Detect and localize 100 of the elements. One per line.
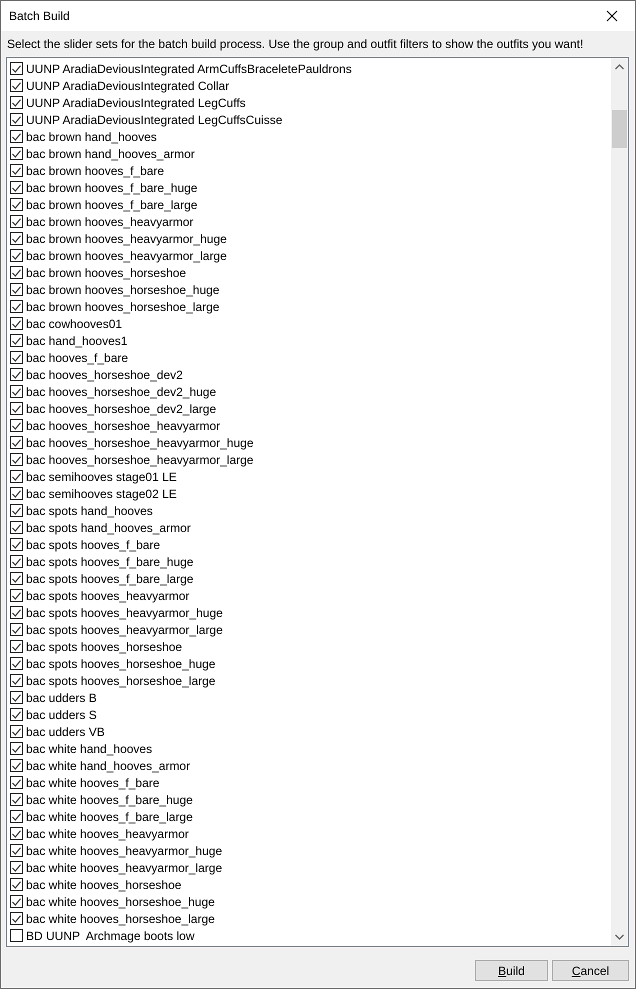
slider-set-item[interactable]: bac spots hooves_horseshoe_huge — [10, 655, 611, 672]
slider-set-item[interactable]: bac white hooves_horseshoe — [10, 876, 611, 893]
slider-set-item[interactable]: bac hand_hooves1 — [10, 332, 611, 349]
checkbox[interactable] — [10, 300, 23, 313]
checkbox[interactable] — [10, 521, 23, 534]
checkbox[interactable] — [10, 164, 23, 177]
cancel-button[interactable]: Cancel — [552, 960, 629, 981]
slider-set-item[interactable]: bac white hooves_heavyarmor_large — [10, 859, 611, 876]
checkbox[interactable] — [10, 419, 23, 432]
slider-set-item[interactable]: bac white hand_hooves_armor — [10, 757, 611, 774]
checkbox[interactable] — [10, 895, 23, 908]
checkbox[interactable] — [10, 215, 23, 228]
slider-set-item[interactable]: UUNP AradiaDeviousIntegrated ArmCuffsBraceletePauldrons — [10, 60, 611, 77]
checkbox[interactable] — [10, 640, 23, 653]
checkbox[interactable] — [10, 232, 23, 245]
checkbox[interactable] — [10, 572, 23, 585]
vertical-scrollbar[interactable] — [611, 58, 628, 946]
slider-set-item[interactable]: bac white hooves_horseshoe_large — [10, 910, 611, 927]
checkbox[interactable] — [10, 351, 23, 364]
slider-set-item[interactable]: bac spots hooves_heavyarmor — [10, 587, 611, 604]
checkbox[interactable] — [10, 385, 23, 398]
slider-set-item[interactable]: bac spots hooves_horseshoe_large — [10, 672, 611, 689]
slider-set-item[interactable]: bac spots hooves_heavyarmor_large — [10, 621, 611, 638]
checkbox[interactable] — [10, 861, 23, 874]
slider-set-item[interactable]: bac semihooves stage01 LE — [10, 468, 611, 485]
slider-set-item[interactable]: bac brown hooves_horseshoe_huge — [10, 281, 611, 298]
slider-set-item[interactable]: bac white hooves_heavyarmor_huge — [10, 842, 611, 859]
slider-set-item[interactable]: bac cowhooves01 — [10, 315, 611, 332]
slider-set-item[interactable]: bac white hand_hooves — [10, 740, 611, 757]
checkbox[interactable] — [10, 62, 23, 75]
slider-set-item[interactable]: bac brown hooves_horseshoe_large — [10, 298, 611, 315]
checkbox[interactable] — [10, 317, 23, 330]
slider-set-item[interactable]: bac spots hand_hooves — [10, 502, 611, 519]
slider-set-item[interactable]: bac hooves_horseshoe_heavyarmor — [10, 417, 611, 434]
slider-set-item[interactable]: bac hooves_horseshoe_dev2_huge — [10, 383, 611, 400]
checkbox[interactable] — [10, 198, 23, 211]
slider-set-item[interactable]: bac brown hand_hooves — [10, 128, 611, 145]
checkbox[interactable] — [10, 538, 23, 551]
slider-set-item[interactable]: bac hooves_f_bare — [10, 349, 611, 366]
slider-set-item[interactable]: bac white hooves_f_bare_huge — [10, 791, 611, 808]
build-button[interactable]: Build — [475, 960, 548, 981]
slider-set-item[interactable]: bac brown hooves_horseshoe — [10, 264, 611, 281]
checkbox[interactable] — [10, 844, 23, 857]
slider-set-item[interactable]: bac brown hooves_heavyarmor_huge — [10, 230, 611, 247]
checkbox[interactable] — [10, 113, 23, 126]
checkbox[interactable] — [10, 674, 23, 687]
slider-set-item[interactable]: bac udders S — [10, 706, 611, 723]
checkbox[interactable] — [10, 589, 23, 602]
checkbox[interactable] — [10, 436, 23, 449]
slider-set-item[interactable]: UUNP AradiaDeviousIntegrated LegCuffsCuisse — [10, 111, 611, 128]
checkbox[interactable] — [10, 368, 23, 381]
slider-set-item[interactable]: bac white hooves_horseshoe_huge — [10, 893, 611, 910]
slider-set-item[interactable]: bac hooves_horseshoe_heavyarmor_large — [10, 451, 611, 468]
checkbox[interactable] — [10, 827, 23, 840]
slider-set-item[interactable]: bac spots hooves_heavyarmor_huge — [10, 604, 611, 621]
slider-set-item[interactable]: bac brown hooves_heavyarmor_large — [10, 247, 611, 264]
slider-set-item[interactable]: bac hooves_horseshoe_heavyarmor_huge — [10, 434, 611, 451]
checkbox[interactable] — [10, 793, 23, 806]
slider-set-item[interactable]: bac udders VB — [10, 723, 611, 740]
checkbox[interactable] — [10, 96, 23, 109]
slider-set-item[interactable]: bac udders B — [10, 689, 611, 706]
slider-set-item[interactable]: bac semihooves stage02 LE — [10, 485, 611, 502]
scrollbar-thumb[interactable] — [612, 110, 627, 148]
checkbox[interactable] — [10, 334, 23, 347]
checkbox[interactable] — [10, 487, 23, 500]
checkbox[interactable] — [10, 249, 23, 262]
checkbox[interactable] — [10, 147, 23, 160]
checkbox[interactable] — [10, 810, 23, 823]
slider-set-item[interactable]: bac white hooves_f_bare — [10, 774, 611, 791]
slider-set-item[interactable]: bac brown hooves_f_bare_huge — [10, 179, 611, 196]
checkbox[interactable] — [10, 470, 23, 483]
checkbox[interactable] — [10, 181, 23, 194]
checkbox[interactable] — [10, 776, 23, 789]
slider-set-item[interactable]: bac brown hooves_heavyarmor — [10, 213, 611, 230]
slider-set-item[interactable]: UUNP AradiaDeviousIntegrated Collar — [10, 77, 611, 94]
checkbox[interactable] — [10, 402, 23, 415]
checkbox[interactable] — [10, 555, 23, 568]
slider-set-item[interactable]: bac spots hooves_f_bare — [10, 536, 611, 553]
checkbox[interactable] — [10, 708, 23, 721]
slider-set-item[interactable]: bac brown hooves_f_bare — [10, 162, 611, 179]
slider-set-item[interactable]: bac hooves_horseshoe_dev2 — [10, 366, 611, 383]
scroll-down-icon[interactable] — [615, 934, 624, 940]
checkbox[interactable] — [10, 691, 23, 704]
slider-set-item[interactable]: BD UUNP Archmage boots low — [10, 927, 611, 944]
checkbox[interactable] — [10, 742, 23, 755]
checkbox[interactable] — [10, 453, 23, 466]
checkbox[interactable] — [10, 759, 23, 772]
slider-set-item[interactable]: bac spots hand_hooves_armor — [10, 519, 611, 536]
checkbox[interactable] — [10, 725, 23, 738]
slider-set-item[interactable]: bac spots hooves_f_bare_huge — [10, 553, 611, 570]
slider-set-item[interactable]: UUNP AradiaDeviousIntegrated LegCuffs — [10, 94, 611, 111]
checkbox[interactable] — [10, 504, 23, 517]
checkbox[interactable] — [10, 283, 23, 296]
slider-set-item[interactable]: bac brown hand_hooves_armor — [10, 145, 611, 162]
checkbox[interactable] — [10, 79, 23, 92]
scroll-up-icon[interactable] — [615, 64, 624, 70]
slider-set-item[interactable]: bac spots hooves_f_bare_large — [10, 570, 611, 587]
slider-set-item[interactable]: bac white hooves_f_bare_large — [10, 808, 611, 825]
slider-set-item[interactable]: bac brown hooves_f_bare_large — [10, 196, 611, 213]
checkbox[interactable] — [10, 657, 23, 670]
